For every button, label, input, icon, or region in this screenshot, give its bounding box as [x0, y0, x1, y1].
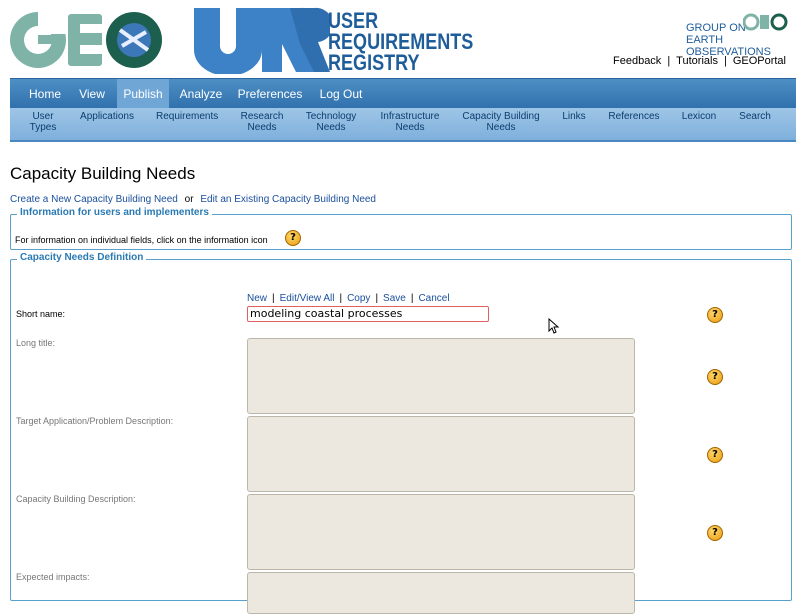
info-text: For information on individual fields, cl… [15, 235, 268, 245]
target-application-help-icon[interactable]: ? [707, 447, 723, 463]
nav-preferences[interactable]: Preferences [234, 79, 306, 109]
target-application-textarea[interactable] [247, 416, 635, 492]
capacity-building-help-icon[interactable]: ? [707, 525, 723, 541]
new-button[interactable]: New [247, 293, 267, 304]
copy-button[interactable]: Copy [347, 293, 370, 304]
subnav-label: Research [240, 111, 284, 122]
short-name-label: Short name: [16, 309, 66, 319]
subnav-capacity-building-needs[interactable]: Capacity Building Needs [459, 111, 543, 133]
subnav-infrastructure-needs[interactable]: Infrastructure Needs [377, 111, 443, 133]
secondary-nav: User Types Applications Requirements Res… [10, 108, 796, 142]
save-button[interactable]: Save [383, 293, 406, 304]
urr-line-3: REGISTRY [328, 50, 420, 75]
info-section-legend: Information for users and implementers [17, 207, 212, 218]
capacity-building-label: Capacity Building Description: [16, 494, 136, 504]
subnav-label: Lexicon [681, 111, 717, 122]
subnav-label: User [32, 111, 54, 122]
urr-logo[interactable] [190, 6, 330, 74]
subnav-label: Applications [80, 111, 134, 122]
subnav-label: Requirements [156, 111, 219, 122]
urr-wordmark: USER REQUIREMENTS REGISTRY [328, 8, 505, 75]
short-name-help-icon[interactable]: ? [707, 307, 723, 323]
top-links: Feedback | Tutorials | GEOPortal [613, 55, 786, 67]
nav-view[interactable]: View [72, 79, 112, 109]
subnav-label: Capacity Building [462, 111, 540, 122]
capacity-building-textarea[interactable] [247, 494, 635, 570]
help-icon[interactable]: ? [285, 230, 301, 246]
subnav-links[interactable]: Links [561, 111, 587, 122]
info-section: Information for users and implementers F… [10, 207, 792, 250]
nav-publish[interactable]: Publish [117, 79, 169, 109]
expected-impacts-textarea[interactable] [247, 572, 635, 614]
subnav-label: Needs [316, 122, 346, 133]
nav-home[interactable]: Home [22, 79, 68, 109]
subnav-label: Needs [486, 122, 516, 133]
subnav-user-types[interactable]: User Types [29, 111, 57, 133]
nav-logout[interactable]: Log Out [313, 79, 369, 109]
subnav-label: Technology [305, 111, 357, 122]
subnav-label: Links [562, 111, 586, 122]
primary-nav: Home View Publish Analyze Preferences Lo… [10, 78, 796, 109]
geoportal-link[interactable]: GEOPortal [733, 55, 786, 67]
tutorials-link[interactable]: Tutorials [676, 55, 718, 67]
subnav-lexicon[interactable]: Lexicon [679, 111, 719, 122]
short-name-input[interactable]: modeling coastal processes [247, 306, 489, 322]
nav-analyze[interactable]: Analyze [175, 79, 227, 109]
page-title: Capacity Building Needs [10, 164, 196, 183]
subnav-label: Infrastructure [380, 111, 440, 122]
urr-line-2: REQUIREMENTS [328, 29, 474, 54]
subnav-research-needs[interactable]: Research Needs [238, 111, 286, 133]
long-title-textarea[interactable] [247, 338, 635, 414]
target-application-label: Target Application/Problem Description: [16, 416, 174, 426]
geo-logo[interactable] [8, 8, 168, 72]
definition-section-legend: Capacity Needs Definition [17, 252, 147, 263]
mouse-pointer-icon [548, 318, 560, 334]
geo-small-logo [743, 13, 788, 31]
subnav-label: Search [739, 111, 771, 122]
subnav-label: References [608, 111, 660, 122]
subnav-requirements[interactable]: Requirements [156, 111, 218, 122]
subnav-search[interactable]: Search [736, 111, 774, 122]
subnav-label: Needs [395, 122, 425, 133]
long-title-help-icon[interactable]: ? [707, 369, 723, 385]
create-new-link[interactable]: Create a New Capacity Building Need [10, 194, 178, 205]
subnav-applications[interactable]: Applications [78, 111, 136, 122]
site-header: USER REQUIREMENTS REGISTRY GROUP ON EART… [0, 0, 800, 78]
urr-line-1: USER [328, 8, 379, 33]
edit-existing-link[interactable]: Edit an Existing Capacity Building Need [200, 194, 376, 205]
subnav-references[interactable]: References [606, 111, 662, 122]
page-actions: Create a New Capacity Building Need or E… [10, 194, 376, 205]
subnav-label: Needs [247, 122, 277, 133]
subnav-label: Types [29, 122, 57, 133]
feedback-link[interactable]: Feedback [613, 55, 661, 67]
cancel-button[interactable]: Cancel [418, 293, 449, 304]
form-actions: New | Edit/View All | Copy | Save | Cancel [247, 293, 450, 304]
edit-view-all-button[interactable]: Edit/View All [280, 293, 335, 304]
expected-impacts-label: Expected impacts: [16, 572, 90, 582]
long-title-label: Long title: [16, 338, 56, 348]
subnav-technology-needs[interactable]: Technology Needs [304, 111, 358, 133]
or-text: or [184, 194, 194, 205]
